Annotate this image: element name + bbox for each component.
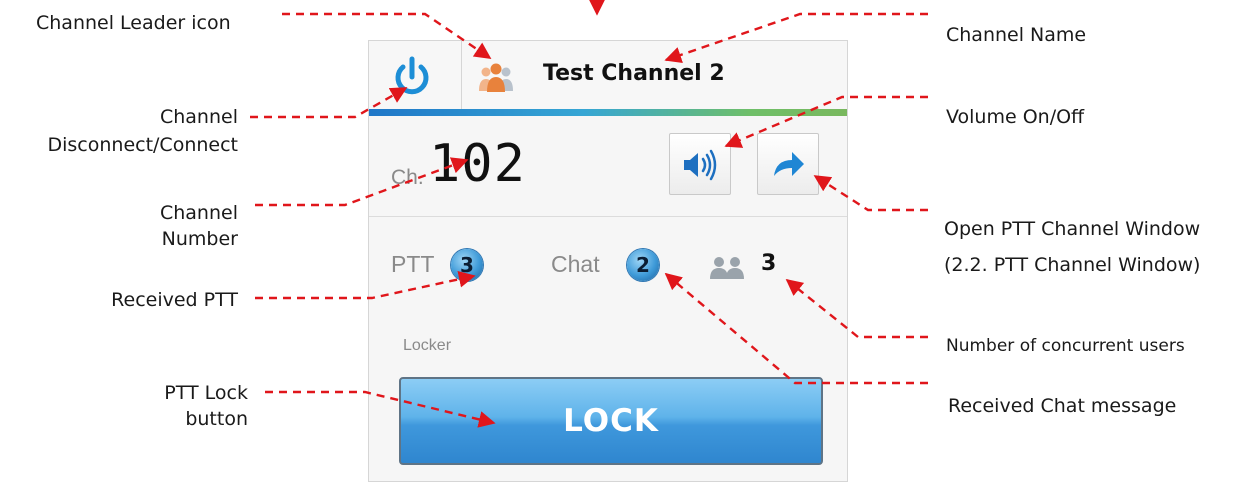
callout-ptt-lock-2: button [185,408,248,430]
callout-channel-connect-2: Disconnect/Connect [47,134,238,156]
callout-volume: Volume On/Off [946,106,1085,128]
power-icon[interactable] [387,53,437,103]
channel-prefix: Ch. [391,166,424,189]
callout-received-chat: Received Chat message [948,395,1177,417]
callout-received-ptt: Received PTT [111,289,238,311]
chat-count-badge: 2 [627,249,659,281]
chat-label: Chat [551,251,600,277]
open-channel-window-button[interactable] [757,133,819,195]
callout-channel-name: Channel Name [946,24,1087,46]
callout-channel-connect-line1: Channel [159,106,238,128]
callout-channel-leader-icon: Channel Leader icon [36,12,231,34]
users-icon [707,255,753,285]
callout-open-ptt-2: (2.2. PTT Channel Window) [944,254,1201,276]
ptt-channel-widget: Test Channel 2 Ch. 102 PTT 3 Chat 2 3 Lo… [368,40,848,482]
channel-name: Test Channel 2 [543,61,725,86]
ptt-label: PTT [391,251,435,277]
status-row: PTT 3 Chat 2 3 [369,217,847,320]
volume-button[interactable] [669,133,731,195]
locker-area: Locker LOCK [369,319,847,481]
callout-channel-number-2: Number [161,228,238,250]
callout-ptt-lock-1: PTT Lock [164,382,248,404]
volume-icon [684,149,717,181]
channel-header: Test Channel 2 [369,41,847,110]
callout-channel-connect: Channel [130,104,238,130]
channel-number: 102 [429,134,526,194]
user-count: 3 [761,251,777,276]
locker-label: Locker [403,337,452,354]
header-divider [461,41,462,109]
channel-color-bar [369,109,847,116]
callout-concurrent-users: Number of concurrent users [946,336,1185,356]
channel-leader-icon [475,61,517,95]
callout-open-ptt-1: Open PTT Channel Window [944,218,1201,240]
callout-channel-number-1: Channel [159,202,238,224]
ptt-count-badge: 3 [451,249,483,281]
channel-number-row: Ch. 102 [369,116,847,217]
lock-button[interactable]: LOCK [399,377,823,465]
share-arrow-icon [774,152,804,176]
